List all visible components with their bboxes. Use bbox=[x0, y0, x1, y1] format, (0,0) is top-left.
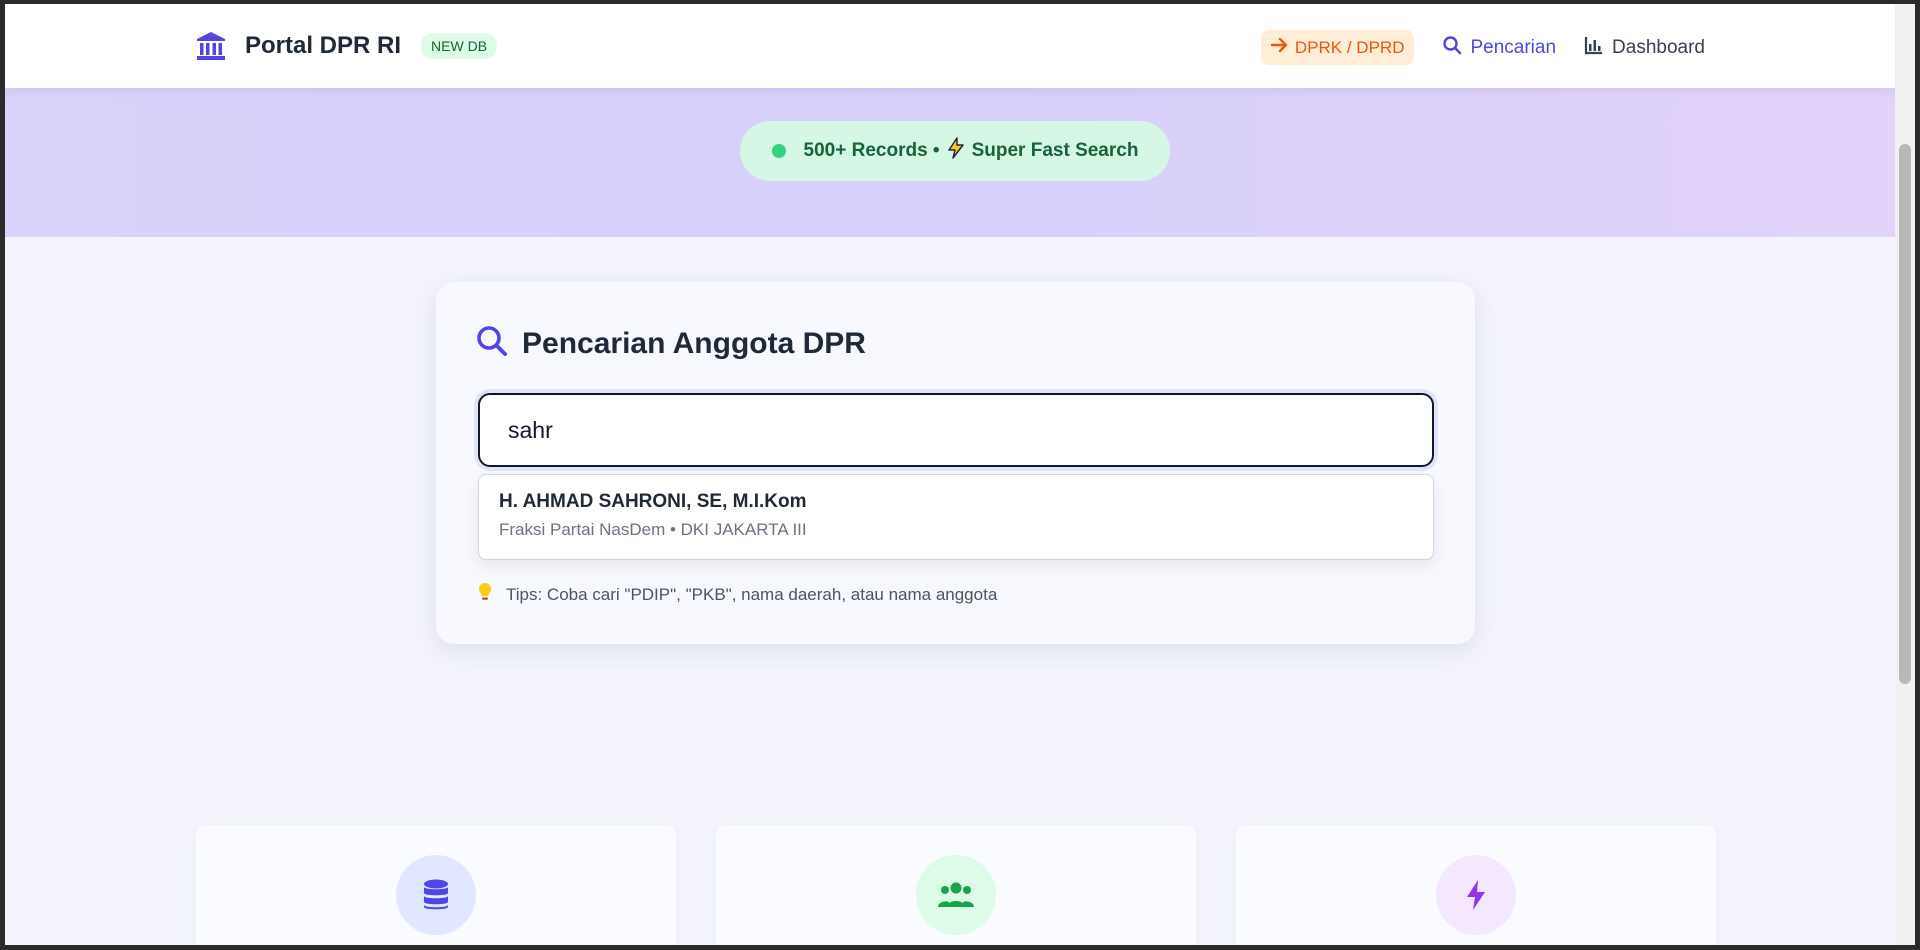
search-card-title: Pencarian Anggota DPR bbox=[522, 326, 866, 360]
browser-viewport: 500+ Records • Super Fast Search Portal … bbox=[0, 0, 1920, 950]
suggestion-meta: Fraksi Partai NasDem • DKI JAKARTA III bbox=[499, 520, 807, 539]
nav-dashboard-link[interactable]: Dashboard bbox=[1584, 35, 1705, 61]
feature-card-speed bbox=[1236, 825, 1716, 945]
brand[interactable]: Portal DPR RI NEW DB bbox=[195, 30, 498, 62]
page-scrollbar[interactable] bbox=[1895, 4, 1915, 945]
arrow-right-icon bbox=[1270, 37, 1289, 58]
search-tips: Tips: Coba cari "PDIP", "PKB", nama daer… bbox=[478, 582, 997, 607]
lightbulb-icon bbox=[478, 582, 492, 607]
database-icon bbox=[396, 855, 476, 935]
nav-search-label: Pencarian bbox=[1470, 36, 1557, 58]
landmark-icon bbox=[195, 30, 227, 62]
online-dot-icon bbox=[771, 144, 786, 158]
navbar: Portal DPR RI NEW DB DPRK / DPRD Pencari… bbox=[5, 4, 1900, 88]
lightning-icon bbox=[946, 137, 966, 165]
suggestion-item[interactable]: H. AHMAD SAHRONI, SE, M.I.Kom Fraksi Par… bbox=[499, 491, 1413, 540]
search-icon bbox=[476, 325, 508, 362]
status-records: 500+ Records • bbox=[803, 140, 940, 161]
chart-icon bbox=[1584, 35, 1604, 61]
brand-title: Portal DPR RI bbox=[245, 32, 402, 59]
nav-dprk-label: DPRK / DPRD bbox=[1294, 37, 1405, 57]
users-icon bbox=[916, 855, 996, 935]
status-speed: Super Fast Search bbox=[971, 140, 1139, 161]
status-pill: 500+ Records • Super Fast Search bbox=[740, 121, 1170, 181]
nav-search-link[interactable]: Pencarian bbox=[1442, 35, 1556, 61]
nav-dprk-link[interactable]: DPRK / DPRD bbox=[1260, 30, 1415, 65]
tips-text: Tips: Coba cari "PDIP", "PKB", nama daer… bbox=[506, 584, 998, 604]
feature-card-members bbox=[716, 825, 1196, 945]
scrollbar-thumb[interactable] bbox=[1899, 144, 1911, 684]
bolt-icon bbox=[1436, 855, 1516, 935]
suggestion-dropdown: H. AHMAD SAHRONI, SE, M.I.Kom Fraksi Par… bbox=[478, 474, 1434, 560]
nav-dashboard-label: Dashboard bbox=[1612, 36, 1705, 58]
suggestion-name: H. AHMAD SAHRONI, SE, M.I.Kom bbox=[499, 491, 807, 512]
search-card: Pencarian Anggota DPR H. AHMAD SAHRONI, … bbox=[436, 282, 1475, 644]
member-search-input[interactable] bbox=[478, 393, 1434, 467]
new-db-badge: NEW DB bbox=[421, 33, 498, 59]
search-card-header: Pencarian Anggota DPR bbox=[476, 325, 866, 362]
feature-card-database bbox=[196, 825, 676, 945]
search-icon bbox=[1442, 35, 1462, 61]
nav-links: DPRK / DPRD Pencarian Dashboard bbox=[1260, 30, 1705, 65]
